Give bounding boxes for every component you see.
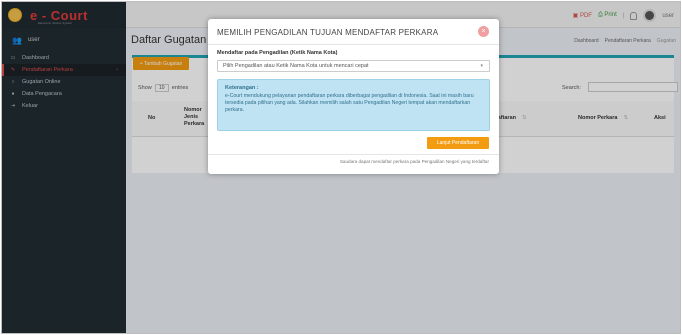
modal-divider	[208, 154, 499, 155]
continue-registration-button[interactable]: Lanjut Pendaftaran	[427, 137, 489, 149]
select-court-modal: MEMILIH PENGADILAN TUJUAN MENDAFTAR PERK…	[208, 19, 499, 174]
court-field-label: Mendaftar pada Pengadilan (Ketik Nama Ko…	[217, 50, 338, 56]
chevron-down-icon: ▾	[480, 63, 483, 69]
modal-footer-note: Saudara dapat mendaftar perkara pada Pen…	[339, 159, 489, 164]
court-select[interactable]: Pilih Pengadilan atau Ketik Nama Kota un…	[217, 60, 490, 72]
close-icon[interactable]: ×	[478, 26, 489, 37]
modal-title: MEMILIH PENGADILAN TUJUAN MENDAFTAR PERK…	[217, 28, 439, 37]
court-select-placeholder: Pilih Pengadilan atau Ketik Nama Kota un…	[223, 63, 369, 69]
info-title: Keterangan :	[225, 85, 259, 91]
app-window: e - Court Electronic Justice System ▣ PD…	[1, 1, 681, 334]
modal-divider	[208, 44, 499, 45]
info-text: e-Court mendukung pelayanan pendaftaran …	[225, 93, 474, 113]
info-alert: Keterangan : e-Court mendukung pelayanan…	[217, 79, 490, 131]
